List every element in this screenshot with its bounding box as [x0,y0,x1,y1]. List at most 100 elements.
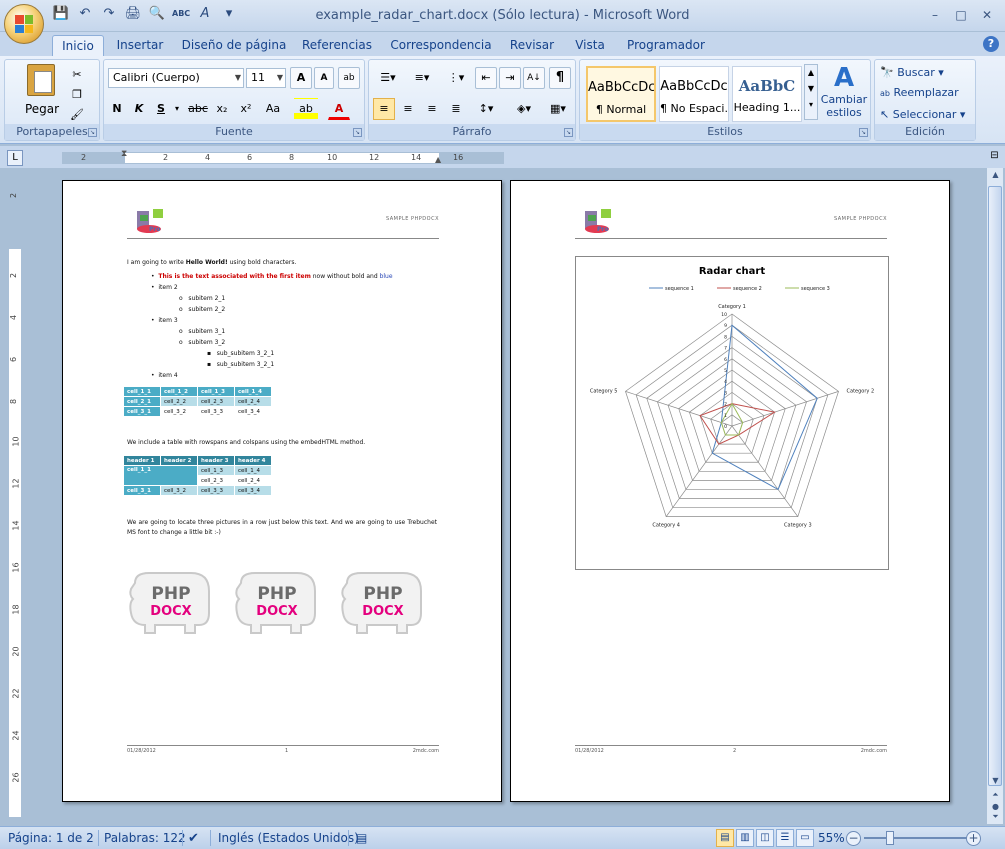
tab-correspondencia[interactable]: Correspondencia [386,35,496,56]
styles-scroll[interactable]: ▲ ▼ ▾ [804,64,818,120]
minimize-button[interactable]: – [923,6,947,24]
tab-insertar[interactable]: Insertar [110,35,170,56]
paste-icon[interactable] [27,64,55,96]
indent-marker-icon[interactable]: ⧗ [121,149,127,159]
spelling-check-icon[interactable]: ✔ [188,831,199,846]
change-styles-button[interactable]: Cambiar estilos [818,92,870,122]
table-cell: cell_2_4 [235,476,271,485]
table-1: cell_1_1 cell_1_2 cell_1_3 cell_1_4 cell… [123,386,272,417]
tab-diseno-pagina[interactable]: Diseño de página [178,35,290,56]
close-button[interactable]: ✕ [975,6,999,24]
style-heading-1[interactable]: AaBbC Heading 1... [732,66,802,122]
copy-icon[interactable]: ❐ [67,84,87,106]
bold-button[interactable]: N [108,98,126,120]
align-left-button[interactable]: ≡ [373,98,395,120]
zoom-in-button[interactable]: + [966,831,981,846]
macro-record-icon[interactable]: ▤ [356,831,367,845]
zoom-slider-thumb[interactable] [886,831,894,845]
find-button[interactable]: 🔭 Buscar ▾ [879,62,973,84]
radar-chart[interactable]: Radar chart sequence 1 sequence 2 sequence… [575,256,889,570]
page-2[interactable]: Pro SAMPLE PHPDOCX Radar chart sequence … [510,180,950,802]
status-words[interactable]: Palabras: 122 [104,831,186,845]
shrink-font-button[interactable]: A [314,67,334,89]
font-color-button[interactable]: A [328,98,350,120]
zoom-level[interactable]: 55% [818,831,845,845]
clipboard-launcher-icon[interactable]: ↘ [88,128,97,137]
document-area[interactable]: Pro SAMPLE PHPDOCX I am going to write H… [28,168,986,824]
show-marks-button[interactable]: ¶ [549,67,571,89]
vertical-scrollbar[interactable]: ▲ ▼ ⏶ ● ⏷ [986,168,1003,824]
align-center-button[interactable]: ≡ [397,98,419,120]
line-spacing-button[interactable]: ↕▾ [471,98,501,120]
replace-button[interactable]: ab Reemplazar [879,82,973,104]
strikethrough-button[interactable]: abc [186,98,210,120]
multilevel-list-button[interactable]: ⋮▾ [441,67,471,89]
list-item-text: subitem 3_2 [188,339,226,346]
increase-indent-button[interactable]: ⇥ [499,67,521,89]
subscript-button[interactable]: x₂ [212,98,232,120]
full-screen-reading-icon[interactable]: ▥ [736,829,754,847]
tab-vista[interactable]: Vista [568,35,612,56]
view-ruler-icon[interactable]: ⊟ [986,150,1003,166]
tab-inicio[interactable]: Inicio [52,35,104,56]
list-item: o subitem 3_2 [179,339,226,346]
superscript-button[interactable]: x² [236,98,256,120]
tab-revisar[interactable]: Revisar [504,35,560,56]
scroll-down-icon[interactable]: ▼ [989,776,1002,790]
next-page-icon[interactable]: ⏷ [989,812,1002,826]
styles-launcher-icon[interactable]: ↘ [859,128,868,137]
horizontal-ruler[interactable]: 2 2 4 6 8 10 12 14 16 ⧗ ▲ [62,149,504,164]
align-right-button[interactable]: ≡ [421,98,443,120]
help-icon[interactable]: ? [983,36,999,52]
format-painter-icon[interactable]: 🖌 [67,104,87,126]
scroll-up-icon[interactable]: ▲ [989,170,1002,184]
numbering-button[interactable]: ≡▾ [407,67,437,89]
change-case-button[interactable]: Aa [260,98,286,120]
style-no-spacing[interactable]: AaBbCcDc ¶ No Espaci... [659,66,729,122]
scrollbar-thumb[interactable] [988,186,1002,786]
office-logo-icon [15,15,33,33]
cut-icon[interactable]: ✂ [67,64,87,86]
underline-dropdown-icon[interactable]: ▾ [172,98,182,120]
italic-button[interactable]: K [130,98,148,120]
office-button[interactable] [4,4,44,44]
ruler-number: 8 [289,153,295,162]
table-2-intro: We include a table with rowspans and col… [127,439,366,446]
vertical-ruler[interactable]: 2 2 4 6 8 10 12 14 16 18 20 22 24 26 [8,178,22,818]
draft-view-icon[interactable]: ▭ [796,829,814,847]
tab-selector-icon[interactable]: L [7,150,23,166]
group-label-editing: Edición [875,124,975,140]
paste-button[interactable]: Pegar [19,98,65,120]
sort-button[interactable]: A↓ [523,67,545,89]
borders-button[interactable]: ▦▾ [543,98,573,120]
highlight-button[interactable]: ab [294,98,318,120]
select-button[interactable]: ↖ Seleccionar ▾ [879,104,973,126]
font-size-combo[interactable]: 11 ▼ [246,68,286,88]
right-indent-marker-icon[interactable]: ▲ [435,155,441,164]
change-styles-icon[interactable]: A [830,64,858,92]
page-1[interactable]: Pro SAMPLE PHPDOCX I am going to write H… [62,180,502,802]
shading-button[interactable]: ◈▾ [509,98,539,120]
web-layout-icon[interactable]: ◫ [756,829,774,847]
font-launcher-icon[interactable]: ↘ [353,128,362,137]
paragraph-launcher-icon[interactable]: ↘ [564,128,573,137]
tab-programador[interactable]: Programador [620,35,712,56]
font-family-combo[interactable]: Calibri (Cuerpo) ▼ [108,68,244,88]
clear-format-button[interactable]: ab [338,67,360,89]
zoom-out-button[interactable]: − [846,831,861,846]
style-normal[interactable]: AaBbCcDc ¶ Normal [586,66,656,122]
decrease-indent-button[interactable]: ⇤ [475,67,497,89]
underline-button[interactable]: S [152,98,170,120]
bullets-button[interactable]: ☰▾ [373,67,403,89]
list-item: • item 4 [151,372,178,379]
justify-button[interactable]: ≣ [445,98,467,120]
grow-font-button[interactable]: A [290,67,312,89]
outline-view-icon[interactable]: ☰ [776,829,794,847]
print-layout-icon[interactable]: ▤ [716,829,734,847]
status-page[interactable]: Página: 1 de 2 [8,831,94,845]
tab-referencias[interactable]: Referencias [298,35,376,56]
zoom-slider[interactable] [864,837,968,839]
chevron-down-icon: ▼ [234,73,241,82]
status-language[interactable]: Inglés (Estados Unidos) [218,831,359,845]
maximize-button[interactable]: □ [949,6,973,24]
